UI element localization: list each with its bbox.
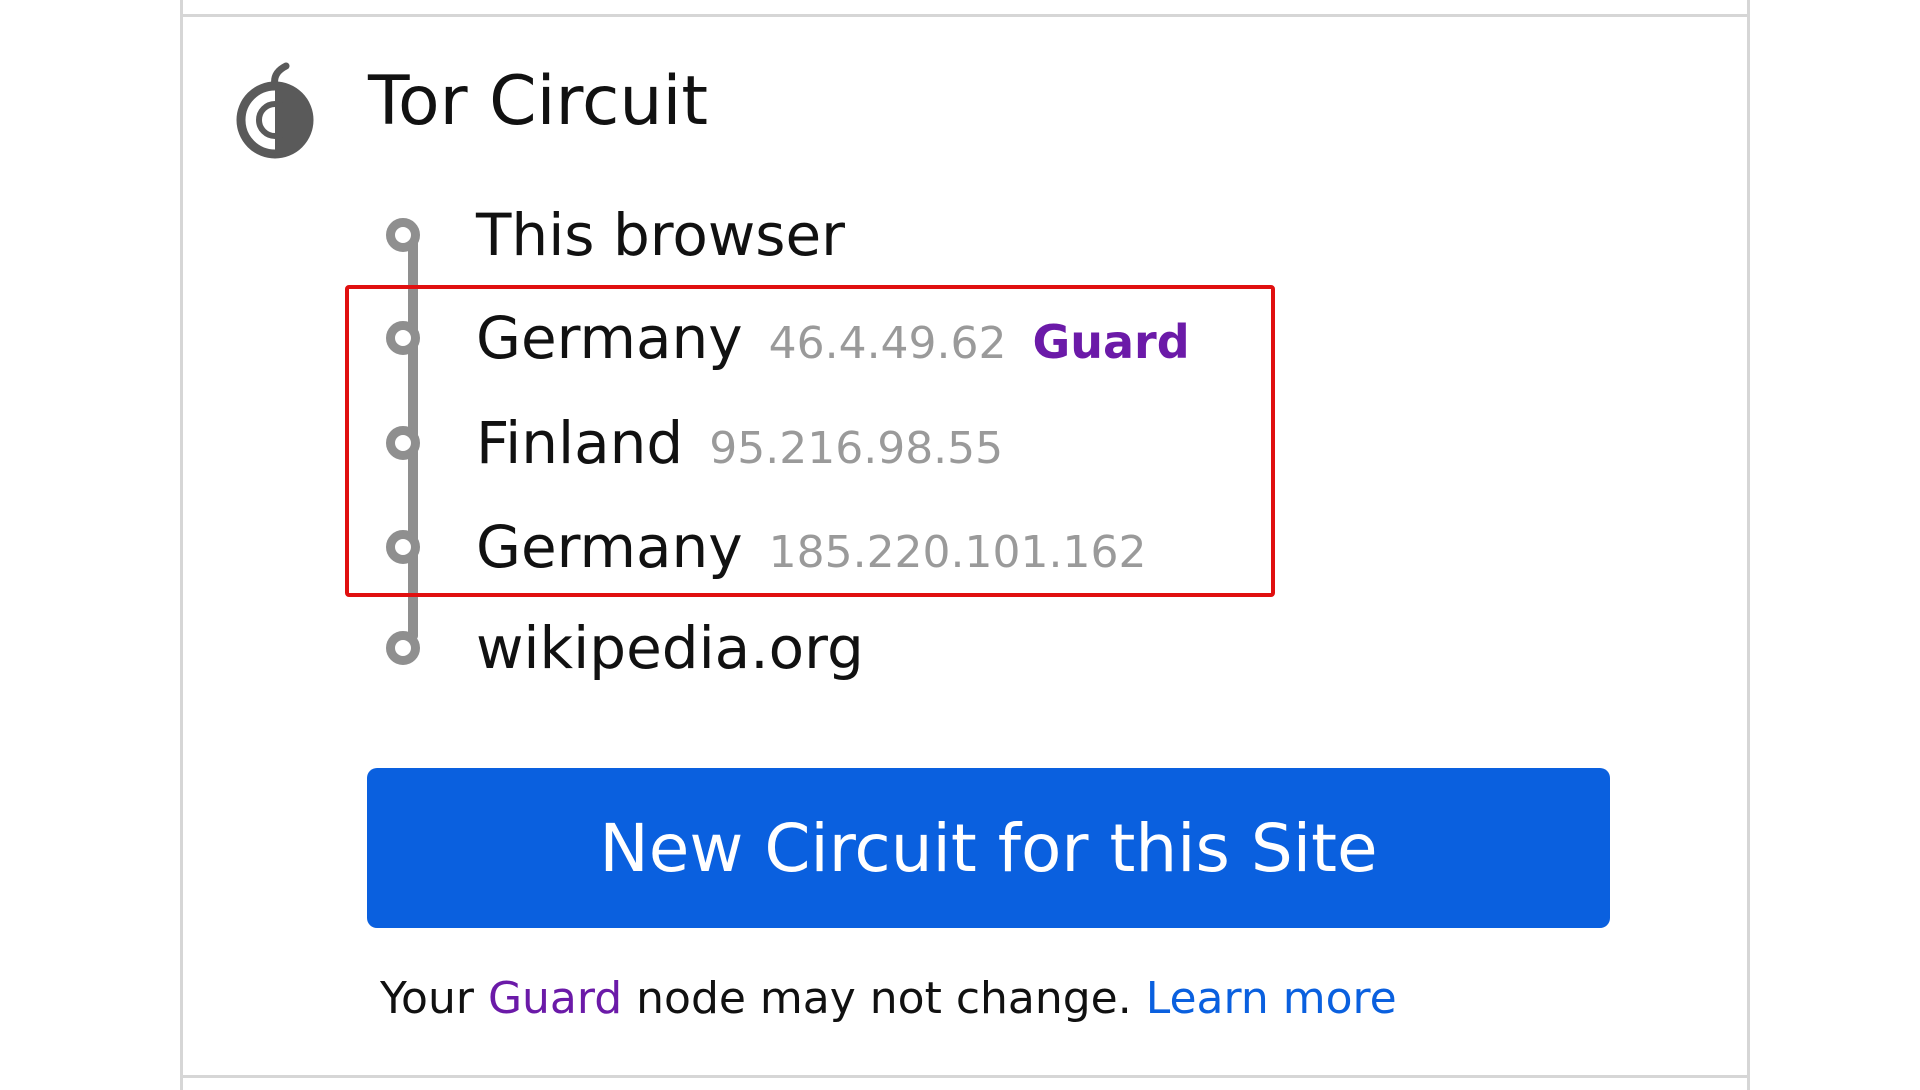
bottom-divider (183, 1075, 1747, 1078)
guard-note-prefix: Your (380, 973, 474, 1024)
node-name: wikipedia.org (476, 614, 864, 682)
panel-title: Tor Circuit (368, 62, 709, 141)
relay-highlight-box (345, 285, 1275, 597)
onion-icon (236, 62, 314, 159)
top-divider (183, 14, 1747, 17)
node-dot (386, 631, 420, 665)
guard-note: Your Guard node may not change. Learn mo… (380, 973, 1397, 1024)
new-circuit-button[interactable]: New Circuit for this Site (367, 768, 1610, 928)
node-name: This browser (476, 201, 846, 269)
node-dot (386, 218, 420, 252)
guard-note-suffix: node may not change. (636, 973, 1132, 1024)
learn-more-link[interactable]: Learn more (1146, 973, 1397, 1024)
guard-note-guard: Guard (487, 973, 623, 1024)
